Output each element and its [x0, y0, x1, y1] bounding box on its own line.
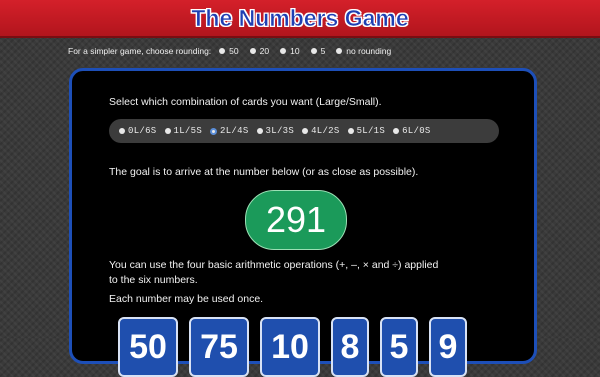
- card-option-5L1S[interactable]: 5L/1S: [347, 126, 386, 136]
- rounding-option-5[interactable]: 5: [310, 46, 325, 56]
- operations-text-line1: You can use the four basic arithmetic op…: [109, 259, 439, 271]
- card-option-2L4S[interactable]: 2L/4S: [210, 126, 249, 136]
- radio-icon[interactable]: [164, 128, 171, 134]
- card-option-1L5S[interactable]: 1L/5S: [164, 126, 203, 136]
- radio-icon[interactable]: [336, 48, 343, 54]
- operations-text-line2: to the six numbers.: [109, 274, 198, 286]
- game-title: The Numbers Game: [191, 5, 409, 32]
- number-card-small[interactable]: 8: [331, 317, 369, 377]
- card-option-0L6S[interactable]: 0L/6S: [119, 126, 157, 136]
- goal-text: The goal is to arrive at the number belo…: [109, 166, 419, 178]
- number-card-small[interactable]: 9: [429, 317, 467, 377]
- radio-icon[interactable]: [347, 128, 354, 134]
- target-number: 291: [245, 190, 347, 250]
- radio-icon[interactable]: [219, 48, 226, 54]
- header-bar: The Numbers Game: [0, 0, 600, 38]
- radio-icon[interactable]: [302, 128, 309, 134]
- number-card-large[interactable]: 50: [118, 317, 178, 377]
- rounding-label: For a simpler game, choose rounding:: [68, 46, 212, 56]
- rounding-options: For a simpler game, choose rounding: 50 …: [68, 45, 402, 57]
- rounding-option-50[interactable]: 50: [219, 46, 239, 56]
- radio-icon[interactable]: [393, 128, 400, 134]
- number-card-large[interactable]: 75: [189, 317, 249, 377]
- radio-icon[interactable]: [256, 128, 263, 134]
- radio-selected-icon[interactable]: [210, 127, 218, 135]
- rounding-option-10[interactable]: 10: [280, 46, 300, 56]
- rounding-option-none[interactable]: no rounding: [336, 46, 391, 56]
- radio-icon[interactable]: [249, 48, 256, 54]
- usage-rule-text: Each number may be used once.: [109, 293, 264, 305]
- card-selection-instruction: Select which combination of cards you wa…: [109, 96, 382, 108]
- radio-icon[interactable]: [280, 48, 287, 54]
- rounding-option-20[interactable]: 20: [249, 46, 269, 56]
- radio-icon[interactable]: [119, 128, 125, 134]
- number-cards: 50 75 10 8 5 9: [118, 317, 478, 377]
- card-option-3L3S[interactable]: 3L/3S: [256, 126, 295, 136]
- number-card-small[interactable]: 5: [380, 317, 418, 377]
- card-combination-selector: 0L/6S 1L/5S 2L/4S 3L/3S 4L/2S 5L/1S 6L/0…: [109, 119, 499, 143]
- card-option-6L0S[interactable]: 6L/0S: [393, 126, 431, 136]
- radio-icon[interactable]: [310, 48, 317, 54]
- game-panel: Select which combination of cards you wa…: [69, 68, 537, 377]
- card-option-4L2S[interactable]: 4L/2S: [302, 126, 340, 136]
- number-card-small[interactable]: 10: [260, 317, 320, 377]
